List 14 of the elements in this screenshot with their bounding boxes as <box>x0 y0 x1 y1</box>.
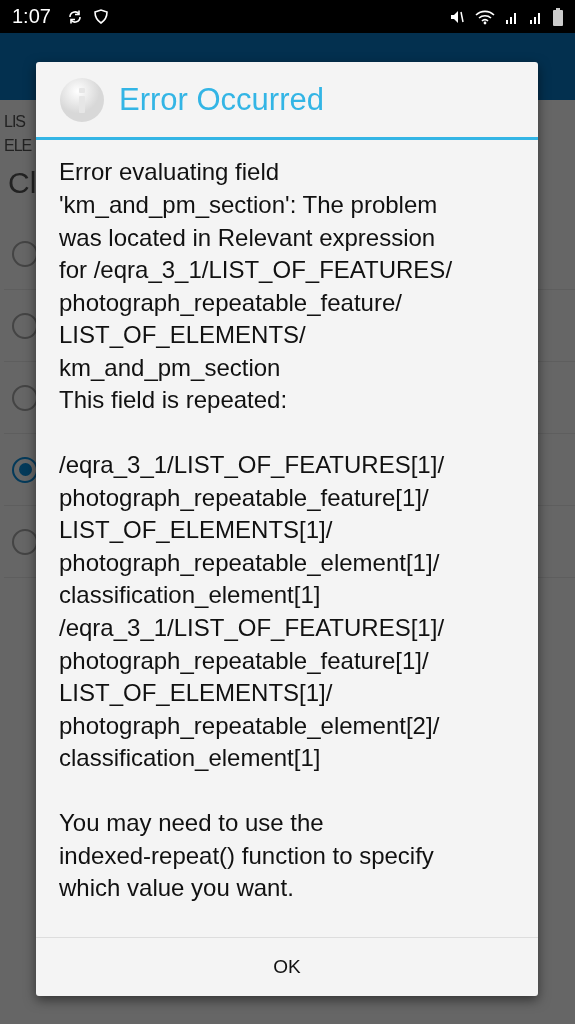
dialog-title: Error Occurred <box>119 81 324 118</box>
clock: 1:07 <box>12 5 51 28</box>
wifi-icon <box>475 8 495 25</box>
info-icon <box>59 76 105 123</box>
battery-icon <box>553 7 563 26</box>
shield-icon <box>92 8 109 25</box>
section-label: LIS <box>4 112 25 132</box>
error-message: Error evaluating field 'km_and_pm_section': The problem was located in Relevant expression for /eqra_3_1/LIST_OF_FEATURES/ photograph_repeatable_feature/ LIST_OF_ELEMENTS/ km_and_pm_section This field is repeated: <box>59 157 454 416</box>
error-message: /eqra_3_1/LIST_OF_FEATURES[1]/ photograph_repeatable_feature[1]/ LIST_OF_ELEMENTS[1]/ photograph_repeatable_element[1]/ classification_element[1] /eqra_3_1/LIST_OF_FEATURES[1]/ photograph_repeatable_feature[1]/ LIST_OF_ELEMENTS[1]/ photograph_repeatable_element[2]/ classification_element[1] <box>59 450 446 774</box>
error-message: You may need to use the indexed-repeat() function to specify which value you want. <box>59 808 435 904</box>
section-label: ELE <box>4 136 32 156</box>
question-heading: Cl <box>8 166 37 200</box>
ok-button[interactable]: OK <box>36 937 538 996</box>
sync-icon <box>66 8 83 25</box>
